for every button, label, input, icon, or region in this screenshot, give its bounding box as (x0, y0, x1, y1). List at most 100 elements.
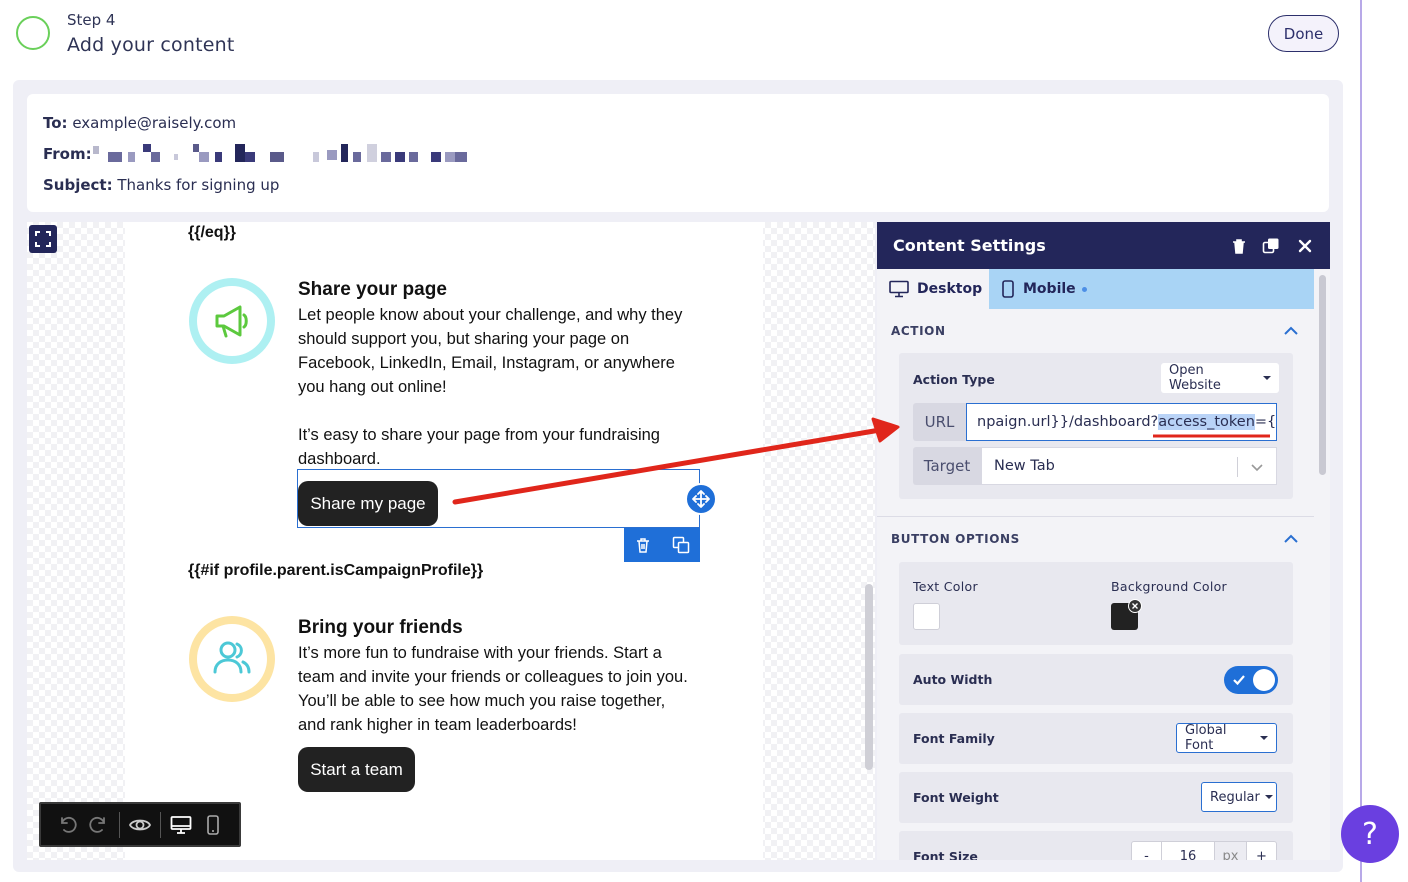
url-input[interactable]: npaign.url}}/dashboard? access_token ={ (966, 403, 1277, 441)
eye-icon (129, 819, 151, 830)
to-line: To: example@raisely.com (43, 114, 236, 132)
font-family-value: Global Font (1185, 723, 1227, 753)
font-weight-dropdown[interactable]: Regular (1201, 782, 1277, 812)
panel-scrollbar[interactable] (1319, 275, 1326, 475)
mobile-icon (207, 814, 219, 835)
font-size-increment[interactable]: + (1246, 842, 1276, 860)
undo-button[interactable] (51, 809, 83, 841)
desktop-view-button[interactable] (165, 809, 197, 841)
font-size-card: Font Size - 16 px + (899, 831, 1293, 860)
to-label: To: (43, 114, 68, 132)
block-duplicate-button[interactable] (662, 528, 700, 562)
target-select[interactable]: New Tab (981, 447, 1277, 485)
font-family-label: Font Family (913, 731, 995, 746)
step-number: Step 4 (67, 11, 116, 29)
redo-icon (89, 816, 105, 833)
bg-color-label: Background Color (1111, 579, 1227, 594)
url-suffix: ={ (1254, 414, 1277, 430)
action-type-dropdown[interactable]: Open Website (1161, 363, 1279, 393)
button-options-section-label: BUTTON OPTIONS (891, 532, 1020, 546)
share-section-text[interactable]: Let people know about your challenge, an… (298, 303, 698, 399)
font-family-dropdown[interactable]: Global Font (1176, 723, 1277, 753)
toggle-knob (1253, 669, 1275, 691)
to-value: example@raisely.com (72, 114, 237, 132)
fullscreen-icon (35, 231, 51, 247)
email-meta: To: example@raisely.com From: Subject: T… (27, 94, 1329, 212)
auto-width-toggle[interactable] (1224, 666, 1278, 694)
share-section-title[interactable]: Share your page (298, 279, 447, 301)
template-tag-if-campaign[interactable]: {{#if profile.parent.isCampaignProfile}} (188, 562, 483, 580)
block-delete-button[interactable] (624, 528, 662, 562)
chevron-down-icon (1251, 464, 1263, 472)
settings-header: Content Settings (877, 222, 1330, 269)
megaphone-icon-circle (189, 278, 275, 364)
close-panel-button[interactable] (1294, 235, 1316, 257)
text-color-swatch[interactable] (913, 603, 940, 630)
desktop-icon (889, 280, 909, 298)
font-size-input[interactable]: 16 (1162, 842, 1214, 861)
mobile-view-button[interactable] (197, 809, 229, 841)
action-type-value: Open Website (1169, 363, 1221, 393)
friends-icon-circle (189, 616, 275, 702)
start-a-team-button[interactable]: Start a team (298, 747, 415, 792)
tab-desktop[interactable]: Desktop (877, 269, 989, 309)
duplicate-icon (1262, 238, 1279, 254)
url-input-group: URL npaign.url}}/dashboard? access_token =… (913, 403, 1277, 441)
right-rail (1362, 0, 1408, 882)
mobile-indicator-dot (1081, 286, 1087, 292)
auto-width-label: Auto Width (913, 672, 993, 687)
friends-section-title[interactable]: Bring your friends (298, 617, 463, 639)
step-header: Step 4 Add your content Done (0, 0, 1360, 80)
from-label: From: (43, 145, 92, 163)
friends-section-text[interactable]: It’s more fun to fundraise with your fri… (298, 641, 693, 737)
move-handle[interactable] (685, 483, 717, 515)
caret-down-icon (1260, 736, 1268, 740)
chevron-up-icon[interactable] (1283, 531, 1299, 547)
preview-button[interactable] (124, 809, 156, 841)
block-toolbar (624, 528, 700, 562)
target-value: New Tab (994, 458, 1055, 474)
tab-mobile[interactable]: Mobile (989, 269, 1119, 309)
font-weight-label: Font Weight (913, 790, 999, 805)
redo-button[interactable] (83, 809, 115, 841)
text-color-label: Text Color (913, 579, 978, 594)
share-section-text-2[interactable]: It’s easy to share your page from your f… (298, 423, 693, 471)
editor-bottom-toolbar (39, 802, 241, 847)
check-icon (1233, 675, 1245, 686)
trash-icon (1233, 239, 1245, 254)
font-size-stepper: - 16 px + (1131, 841, 1277, 860)
help-button[interactable]: ? (1341, 805, 1399, 863)
trash-icon (637, 538, 649, 553)
colors-card: Text Color Background Color (899, 562, 1293, 645)
font-size-label: Font Size (913, 849, 978, 860)
from-line: From: (43, 145, 92, 163)
device-tabs: Desktop Mobile (877, 269, 1314, 309)
url-highlight: access_token (1158, 414, 1255, 430)
tab-desktop-label: Desktop (917, 281, 983, 297)
action-section-label: ACTION (891, 324, 946, 338)
step-status-circle (16, 16, 50, 50)
page: Step 4 Add your content Done To: example… (0, 0, 1408, 882)
action-card: Action Type Open Website URL npaign.url}… (899, 353, 1293, 499)
target-input-group: Target New Tab (913, 447, 1277, 485)
done-button[interactable]: Done (1268, 15, 1339, 52)
close-icon (1132, 603, 1138, 609)
font-weight-card: Font Weight Regular (899, 772, 1293, 823)
content-settings-panel: Content Settings Desktop Mobile ACTION A… (877, 222, 1330, 860)
template-tag-eq-close[interactable]: {{/eq}} (188, 224, 236, 242)
font-size-decrement[interactable]: - (1132, 842, 1162, 860)
select-divider (1237, 457, 1238, 477)
section-divider (877, 516, 1314, 517)
share-my-page-button[interactable]: Share my page (298, 481, 438, 526)
fullscreen-button[interactable] (29, 225, 57, 253)
move-icon (692, 490, 710, 508)
clear-color-button[interactable] (1128, 599, 1142, 613)
duplicate-block-button[interactable] (1260, 235, 1282, 257)
delete-block-button[interactable] (1228, 235, 1250, 257)
desktop-icon (170, 815, 192, 834)
subject-value: Thanks for signing up (117, 176, 280, 194)
undo-icon (61, 816, 77, 833)
chevron-up-icon[interactable] (1283, 323, 1299, 339)
auto-width-card: Auto Width (899, 654, 1293, 705)
canvas-scrollbar[interactable] (865, 584, 873, 770)
